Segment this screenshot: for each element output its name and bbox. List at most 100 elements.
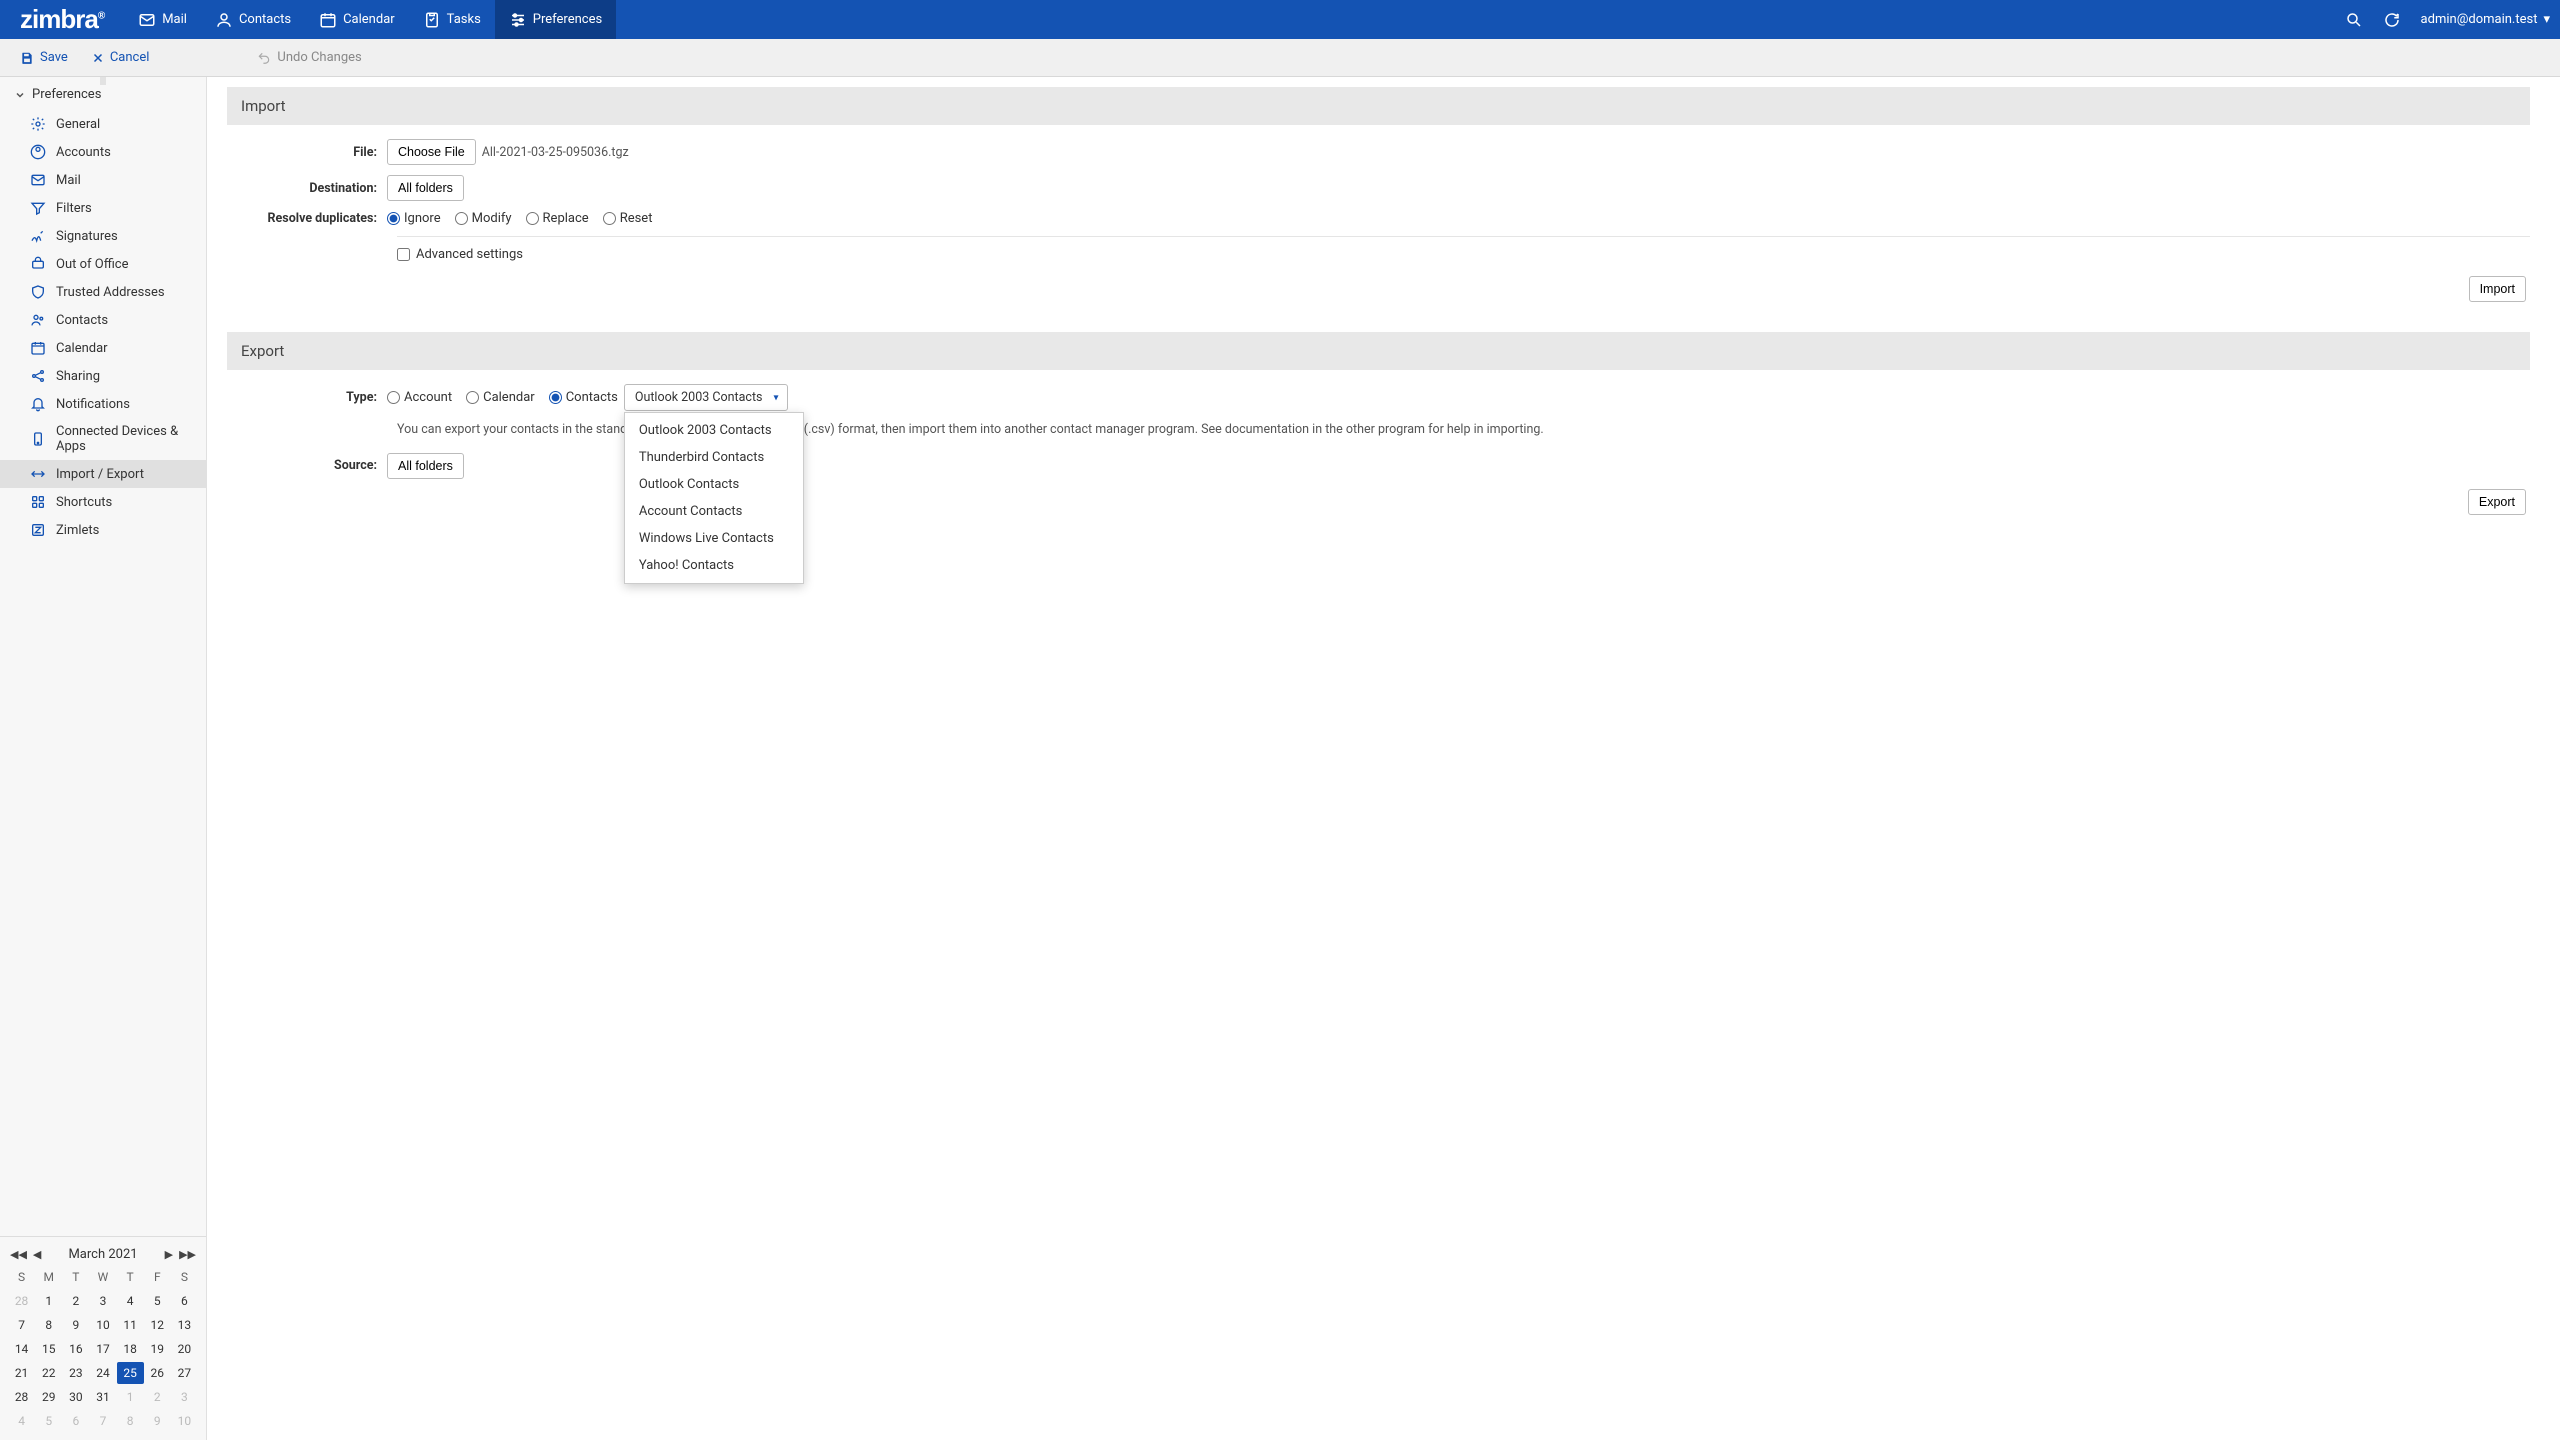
minical-day[interactable]: 28: [8, 1386, 35, 1408]
cal-next-month-icon[interactable]: ▶: [165, 1248, 173, 1261]
resolve-radio[interactable]: [455, 212, 468, 225]
minical-day[interactable]: 1: [117, 1386, 144, 1408]
resolve-radio[interactable]: [603, 212, 616, 225]
cal-prev-year-icon[interactable]: ◀◀: [10, 1248, 27, 1261]
minical-day[interactable]: 11: [117, 1314, 144, 1336]
sidebar-item-shortcuts[interactable]: Shortcuts: [0, 488, 206, 516]
minical-day[interactable]: 18: [117, 1338, 144, 1360]
sidebar-item-general[interactable]: General: [0, 110, 206, 138]
minical-day[interactable]: 25: [117, 1362, 144, 1384]
minical-day[interactable]: 26: [144, 1362, 171, 1384]
nav-tab-mail[interactable]: Mail: [124, 0, 201, 39]
save-button[interactable]: Save: [20, 50, 68, 65]
search-icon[interactable]: [2345, 11, 2363, 29]
advanced-settings-checkbox[interactable]: [397, 248, 410, 261]
minical-day[interactable]: 9: [62, 1314, 89, 1336]
minical-day[interactable]: 22: [35, 1362, 62, 1384]
export-button[interactable]: Export: [2468, 489, 2526, 515]
sidebar-item-out-of-office[interactable]: Out of Office: [0, 250, 206, 278]
user-menu[interactable]: admin@domain.test ▾: [2421, 12, 2550, 27]
cal-prev-month-icon[interactable]: ◀: [33, 1248, 41, 1261]
minical-day[interactable]: 14: [8, 1338, 35, 1360]
sidebar-item-contacts[interactable]: Contacts: [0, 306, 206, 334]
minical-day[interactable]: 29: [35, 1386, 62, 1408]
undo-button[interactable]: Undo Changes: [257, 50, 361, 65]
minical-day[interactable]: 8: [117, 1410, 144, 1432]
resolve-option-reset[interactable]: Reset: [603, 211, 653, 226]
sidebar-item-import-export[interactable]: Import / Export: [0, 460, 206, 488]
sidebar-item-notifications[interactable]: Notifications: [0, 390, 206, 418]
format-option[interactable]: Yahoo! Contacts: [625, 552, 803, 579]
minical-day[interactable]: 3: [171, 1386, 198, 1408]
sidebar-item-connected-devices-apps[interactable]: Connected Devices & Apps: [0, 418, 206, 460]
minical-day[interactable]: 28: [8, 1290, 35, 1312]
type-option-calendar[interactable]: Calendar: [466, 390, 535, 405]
minical-day[interactable]: 31: [89, 1386, 116, 1408]
format-option[interactable]: Outlook 2003 Contacts: [625, 417, 803, 444]
minical-day[interactable]: 12: [144, 1314, 171, 1336]
minical-day[interactable]: 3: [89, 1290, 116, 1312]
type-option-account[interactable]: Account: [387, 390, 452, 405]
minical-day[interactable]: 6: [171, 1290, 198, 1312]
sidebar-item-filters[interactable]: Filters: [0, 194, 206, 222]
minical-day[interactable]: 13: [171, 1314, 198, 1336]
cancel-button[interactable]: Cancel: [92, 50, 150, 65]
resolve-radio[interactable]: [387, 212, 400, 225]
nav-tab-preferences[interactable]: Preferences: [495, 0, 616, 39]
minical-day[interactable]: 5: [35, 1410, 62, 1432]
minical-day[interactable]: 2: [62, 1290, 89, 1312]
format-option[interactable]: Windows Live Contacts: [625, 525, 803, 552]
resolve-option-ignore[interactable]: Ignore: [387, 211, 441, 226]
minical-day[interactable]: 27: [171, 1362, 198, 1384]
refresh-icon[interactable]: [2383, 11, 2401, 29]
minical-day[interactable]: 6: [62, 1410, 89, 1432]
sidebar-item-trusted-addresses[interactable]: Trusted Addresses: [0, 278, 206, 306]
source-button[interactable]: All folders: [387, 453, 464, 479]
nav-tab-tasks[interactable]: Tasks: [409, 0, 495, 39]
nav-tab-contacts[interactable]: Contacts: [201, 0, 305, 39]
minical-day[interactable]: 20: [171, 1338, 198, 1360]
format-option[interactable]: Account Contacts: [625, 498, 803, 525]
type-radio[interactable]: [549, 391, 562, 404]
minical-day[interactable]: 8: [35, 1314, 62, 1336]
format-option[interactable]: Outlook Contacts: [625, 471, 803, 498]
minical-day[interactable]: 16: [62, 1338, 89, 1360]
choose-file-button[interactable]: Choose File: [387, 139, 476, 165]
minical-day[interactable]: 7: [8, 1314, 35, 1336]
sidebar-item-accounts[interactable]: Accounts: [0, 138, 206, 166]
resolve-radio[interactable]: [526, 212, 539, 225]
sidebar-item-zimlets[interactable]: Zimlets: [0, 516, 206, 544]
minical-day[interactable]: 1: [35, 1290, 62, 1312]
format-option[interactable]: Thunderbird Contacts: [625, 444, 803, 471]
minical-day[interactable]: 15: [35, 1338, 62, 1360]
import-button[interactable]: Import: [2469, 276, 2526, 302]
cal-next-year-icon[interactable]: ▶▶: [179, 1248, 196, 1261]
minical-day[interactable]: 4: [117, 1290, 144, 1312]
minical-day[interactable]: 19: [144, 1338, 171, 1360]
minical-day[interactable]: 21: [8, 1362, 35, 1384]
minical-day[interactable]: 7: [89, 1410, 116, 1432]
type-option-contacts[interactable]: Contacts: [549, 390, 618, 405]
sidebar-item-mail[interactable]: Mail: [0, 166, 206, 194]
destination-button[interactable]: All folders: [387, 175, 464, 201]
type-radio[interactable]: [387, 391, 400, 404]
minical-day[interactable]: 5: [144, 1290, 171, 1312]
minical-day[interactable]: 2: [144, 1386, 171, 1408]
format-dropdown-toggle[interactable]: Outlook 2003 Contacts ▾: [624, 384, 788, 411]
resolve-option-modify[interactable]: Modify: [455, 211, 512, 226]
resolve-option-replace[interactable]: Replace: [526, 211, 589, 226]
minical-day[interactable]: 24: [89, 1362, 116, 1384]
minical-day[interactable]: 17: [89, 1338, 116, 1360]
minical-day[interactable]: 10: [89, 1314, 116, 1336]
sidebar-item-sharing[interactable]: Sharing: [0, 362, 206, 390]
nav-tab-calendar[interactable]: Calendar: [305, 0, 409, 39]
sidebar-item-signatures[interactable]: Signatures: [0, 222, 206, 250]
minical-day[interactable]: 10: [171, 1410, 198, 1432]
minical-day[interactable]: 23: [62, 1362, 89, 1384]
minical-day[interactable]: 9: [144, 1410, 171, 1432]
type-radio[interactable]: [466, 391, 479, 404]
sidebar-item-calendar[interactable]: Calendar: [0, 334, 206, 362]
minical-day[interactable]: 4: [8, 1410, 35, 1432]
minical-day[interactable]: 30: [62, 1386, 89, 1408]
drag-handle-icon[interactable]: [101, 77, 106, 85]
